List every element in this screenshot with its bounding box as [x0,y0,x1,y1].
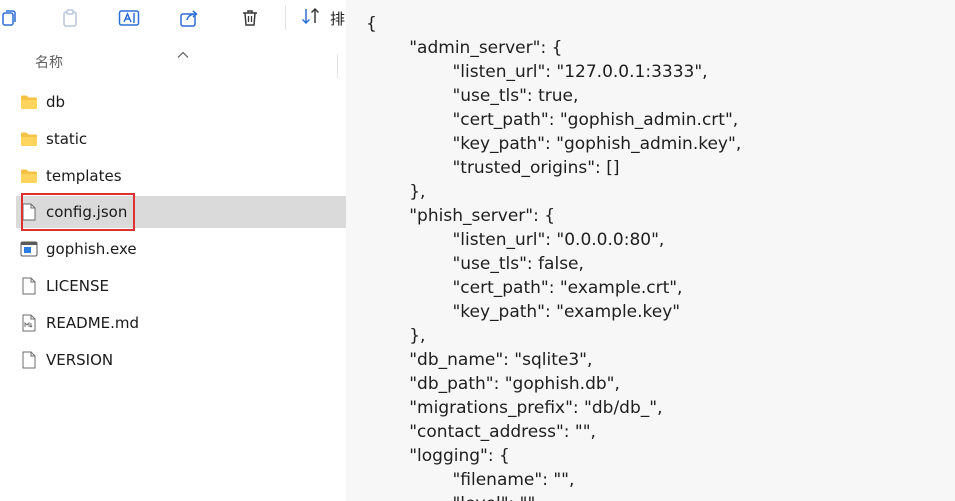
code-line: "logging": { [366,446,510,466]
copy-button[interactable] [0,5,22,31]
copy-icon [0,8,19,28]
document-icon [20,277,38,295]
rename-button[interactable] [116,5,142,31]
code-line: "filename": "", [366,470,575,490]
list-item[interactable]: gophish.exe [16,233,346,265]
highlight-annotation [21,193,135,231]
file-name: static [46,130,88,148]
folder-icon [20,93,38,111]
document-icon [20,351,38,369]
file-name: README.md [46,314,140,332]
list-item[interactable]: db [16,86,346,118]
code-line: "db_path": "gophish.db", [366,374,620,394]
file-explorer: 排 名称 db static templates config.json gop… [0,0,346,501]
markdown-icon [20,314,38,332]
chevron-up-icon [177,44,189,63]
paste-icon [60,8,80,28]
folder-icon [20,130,38,148]
list-item[interactable]: README.md [16,307,346,339]
code-line: "trusted_origins": [] [366,158,620,178]
delete-icon [240,8,260,28]
code-line: "cert_path": "example.crt", [366,278,683,298]
sort-button[interactable]: 排 [300,5,345,31]
explorer-toolbar: 排 [0,0,346,36]
delete-button[interactable] [237,5,263,31]
code-line: "contact_address": "", [366,422,596,442]
code-line: "key_path": "example.key" [366,302,681,322]
share-button[interactable] [176,5,202,31]
file-name: templates [46,167,122,185]
code-line: "db_name": "sqlite3", [366,350,593,370]
file-name: db [46,93,66,111]
code-line: "migrations_prefix": "db/db_", [366,398,663,418]
code-line: "cert_path": "gophish_admin.crt", [366,110,739,130]
code-line: "use_tls": false, [366,254,584,274]
folder-icon [20,167,38,185]
executable-icon [20,240,38,258]
list-item[interactable]: static [16,123,346,155]
code-content[interactable]: { "admin_server": { "listen_url": "127.0… [366,12,741,501]
list-item[interactable]: LICENSE [16,270,346,302]
code-line: "use_tls": true, [366,86,579,106]
sort-label: 排 [330,9,346,28]
paste-button[interactable] [57,5,83,31]
code-line: "key_path": "gophish_admin.key", [366,134,742,154]
list-item[interactable]: templates [16,160,346,192]
code-line: }, [366,326,426,346]
column-name-header[interactable]: 名称 [35,52,63,72]
code-line: "phish_server": { [366,206,556,226]
code-line: "listen_url": "127.0.0.1:3333", [366,62,708,82]
file-name: VERSION [46,351,114,369]
column-header: 名称 [0,44,346,78]
code-line: { [366,14,377,34]
code-line: "admin_server": { [366,38,563,58]
code-line: "level": "" [366,492,741,501]
file-name: gophish.exe [46,240,137,258]
share-icon [179,8,199,28]
list-item[interactable]: VERSION [16,344,346,376]
code-line: }, [366,182,426,202]
column-divider[interactable] [337,54,338,78]
rename-icon [118,8,140,28]
sort-icon [300,6,322,30]
code-line: "listen_url": "0.0.0.0:80", [366,230,665,250]
file-name: LICENSE [46,277,109,295]
toolbar-separator [285,6,286,30]
text-editor[interactable]: { "admin_server": { "listen_url": "127.0… [346,0,955,501]
